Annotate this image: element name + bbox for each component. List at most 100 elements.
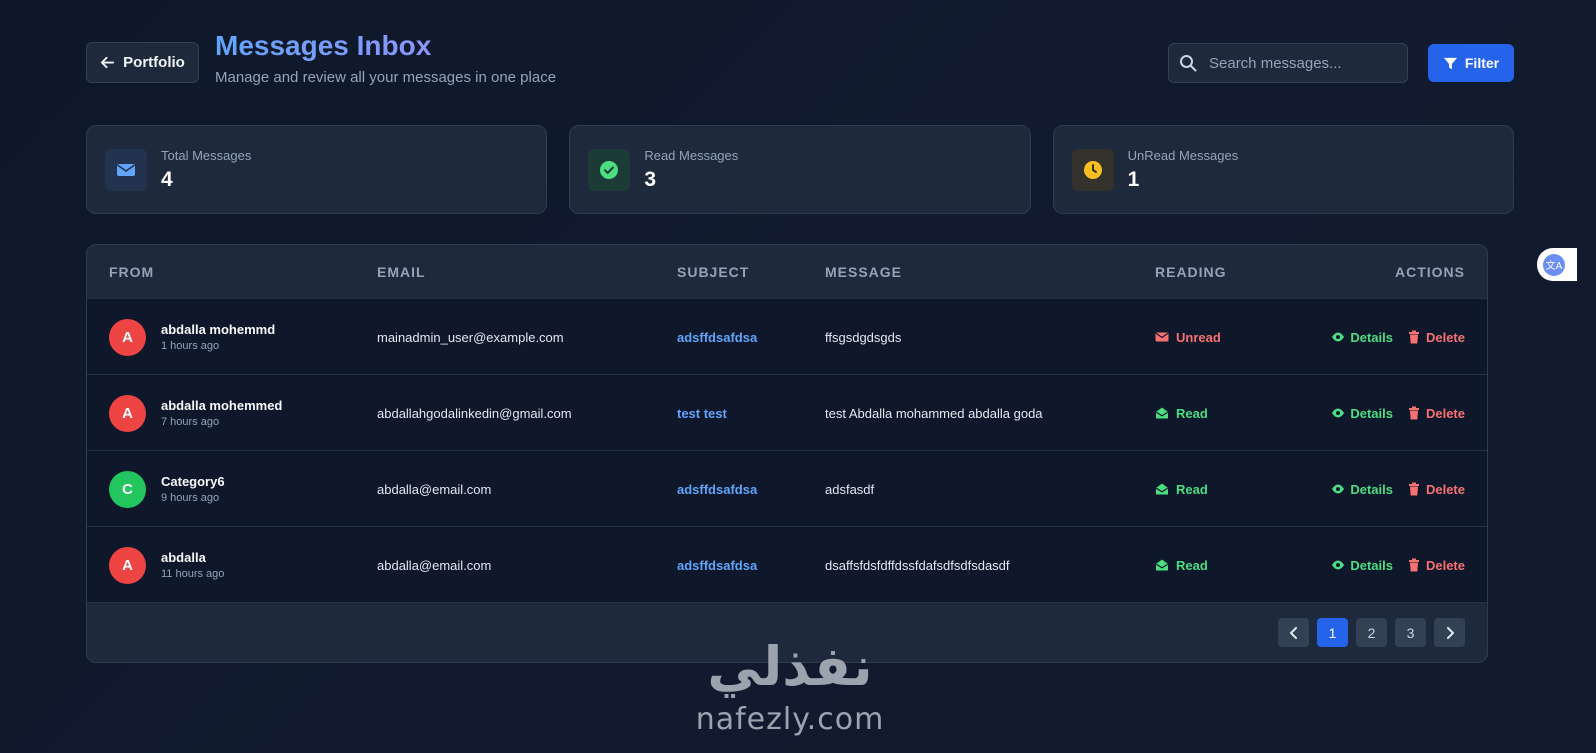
table-row: A abdalla mohemmed 7 hours ago abdallahg…	[87, 374, 1487, 450]
stat-card-total: Total Messages 4	[86, 125, 548, 214]
column-header-from: FROM	[109, 263, 155, 280]
eye-icon	[1332, 408, 1345, 418]
details-button[interactable]: Details	[1331, 482, 1393, 497]
email-cell: abdallahgodalinkedin@gmail.com	[377, 405, 572, 421]
subject-cell: adsffdsafdsa	[677, 557, 758, 573]
stat-icon-box	[588, 148, 631, 191]
chevron-left-icon	[1289, 626, 1297, 639]
delete-button[interactable]: Delete	[1407, 482, 1465, 497]
stat-value: 1	[1127, 167, 1140, 191]
sender-info: abdalla mohemmd 1 hours ago	[161, 322, 275, 352]
table-header: FROM EMAIL SUBJECT MESSAGE READING ACTIO…	[87, 245, 1487, 298]
next-page-button[interactable]	[1434, 618, 1465, 647]
stat-text: Read Messages 3	[644, 148, 738, 192]
column-header-actions: ACTIONS	[1395, 263, 1465, 280]
avatar: C	[109, 470, 146, 508]
search-input[interactable]	[1209, 54, 1399, 72]
avatar: A	[109, 318, 146, 356]
reading-status: Unread	[1155, 299, 1221, 375]
eye-icon	[1332, 560, 1345, 570]
envelope-icon	[1155, 332, 1169, 342]
from-cell: A abdalla mohemmd 1 hours ago	[109, 299, 275, 375]
clock-icon	[1083, 160, 1102, 179]
trash-icon	[1408, 558, 1419, 572]
eye-icon	[1332, 484, 1345, 494]
sent-time: 7 hours ago	[161, 416, 220, 428]
delete-label: Delete	[1425, 405, 1465, 421]
filter-button-label: Filter	[1464, 55, 1500, 71]
column-header-subject: SUBJECT	[677, 263, 750, 280]
avatar: A	[109, 394, 146, 432]
reading-status: Read	[1155, 375, 1208, 451]
stat-card-unread: UnRead Messages 1	[1052, 125, 1514, 214]
delete-button[interactable]: Delete	[1407, 406, 1465, 421]
search-box[interactable]	[1168, 43, 1408, 83]
sender-info: abdalla mohemmed 7 hours ago	[161, 398, 282, 428]
translate-extension-tab[interactable]: 文A	[1537, 248, 1577, 281]
table-row: A abdalla 11 hours ago abdalla@email.com…	[87, 526, 1487, 602]
delete-label: Delete	[1425, 329, 1465, 345]
prev-page-button[interactable]	[1278, 618, 1309, 647]
email-cell: abdalla@email.com	[377, 481, 492, 497]
envelope-open-icon	[1155, 407, 1169, 419]
trash-icon	[1408, 482, 1419, 496]
actions-cell: Details Delete	[1331, 451, 1465, 527]
stat-label: Read Messages	[644, 147, 739, 163]
reading-status: Read	[1155, 451, 1208, 527]
details-button[interactable]: Details	[1331, 558, 1393, 573]
reading-status-label: Unread	[1176, 329, 1221, 345]
envelope-open-icon	[1155, 559, 1169, 571]
back-button-label: Portfolio	[123, 54, 185, 71]
back-to-portfolio-button[interactable]: Portfolio	[86, 42, 199, 83]
delete-button[interactable]: Delete	[1407, 558, 1465, 573]
details-button[interactable]: Details	[1331, 330, 1393, 345]
chevron-right-icon	[1446, 626, 1454, 639]
details-label: Details	[1350, 557, 1393, 573]
column-header-email: EMAIL	[377, 263, 426, 280]
filter-button[interactable]: Filter	[1428, 44, 1514, 82]
delete-label: Delete	[1425, 481, 1465, 497]
details-label: Details	[1350, 405, 1393, 421]
page-button-2[interactable]: 2	[1356, 618, 1387, 647]
stat-text: UnRead Messages 1	[1128, 148, 1239, 192]
subject-cell: adsffdsafdsa	[677, 329, 758, 345]
check-circle-icon	[600, 160, 619, 179]
column-header-message: MESSAGE	[825, 263, 903, 280]
subject-cell: test test	[677, 405, 727, 421]
messages-table: FROM EMAIL SUBJECT MESSAGE READING ACTIO…	[86, 244, 1488, 663]
sent-time: 1 hours ago	[161, 340, 220, 352]
eye-icon	[1332, 332, 1345, 342]
sender-name: abdalla mohemmd	[161, 322, 276, 337]
stat-label: Total Messages	[161, 147, 252, 163]
from-cell: A abdalla 11 hours ago	[109, 527, 224, 603]
reading-status-label: Read	[1176, 481, 1208, 497]
email-cell: abdalla@email.com	[377, 557, 492, 573]
delete-label: Delete	[1425, 557, 1465, 573]
reading-status-label: Read	[1176, 405, 1208, 421]
table-row: C Category6 9 hours ago abdalla@email.co…	[87, 450, 1487, 526]
stat-value: 3	[644, 167, 657, 191]
search-icon	[1180, 55, 1197, 72]
stat-text: Total Messages 4	[161, 148, 251, 192]
table-body: A abdalla mohemmd 1 hours ago mainadmin_…	[87, 298, 1487, 602]
avatar: A	[109, 546, 146, 584]
stat-label: UnRead Messages	[1127, 147, 1239, 163]
message-cell: test Abdalla mohammed abdalla goda	[825, 405, 1043, 421]
page-button-3[interactable]: 3	[1395, 618, 1426, 647]
message-cell: adsfasdf	[825, 481, 875, 497]
watermark-latin: nafezly.com	[695, 702, 885, 737]
subject-cell: adsffdsafdsa	[677, 481, 758, 497]
envelope-open-icon	[1155, 483, 1169, 495]
reading-status-label: Read	[1176, 557, 1208, 573]
sender-info: abdalla 11 hours ago	[161, 550, 224, 580]
trash-icon	[1408, 330, 1419, 344]
stat-value: 4	[161, 167, 173, 191]
page-subtitle: Manage and review all your messages in o…	[215, 69, 557, 86]
page-button-1[interactable]: 1	[1317, 618, 1348, 647]
details-button[interactable]: Details	[1331, 406, 1393, 421]
from-cell: A abdalla mohemmed 7 hours ago	[109, 375, 282, 451]
stat-card-read: Read Messages 3	[569, 125, 1031, 214]
delete-button[interactable]: Delete	[1407, 330, 1465, 345]
envelope-icon	[117, 163, 135, 176]
page-container: Portfolio Messages Inbox Manage and revi…	[86, 0, 1514, 663]
